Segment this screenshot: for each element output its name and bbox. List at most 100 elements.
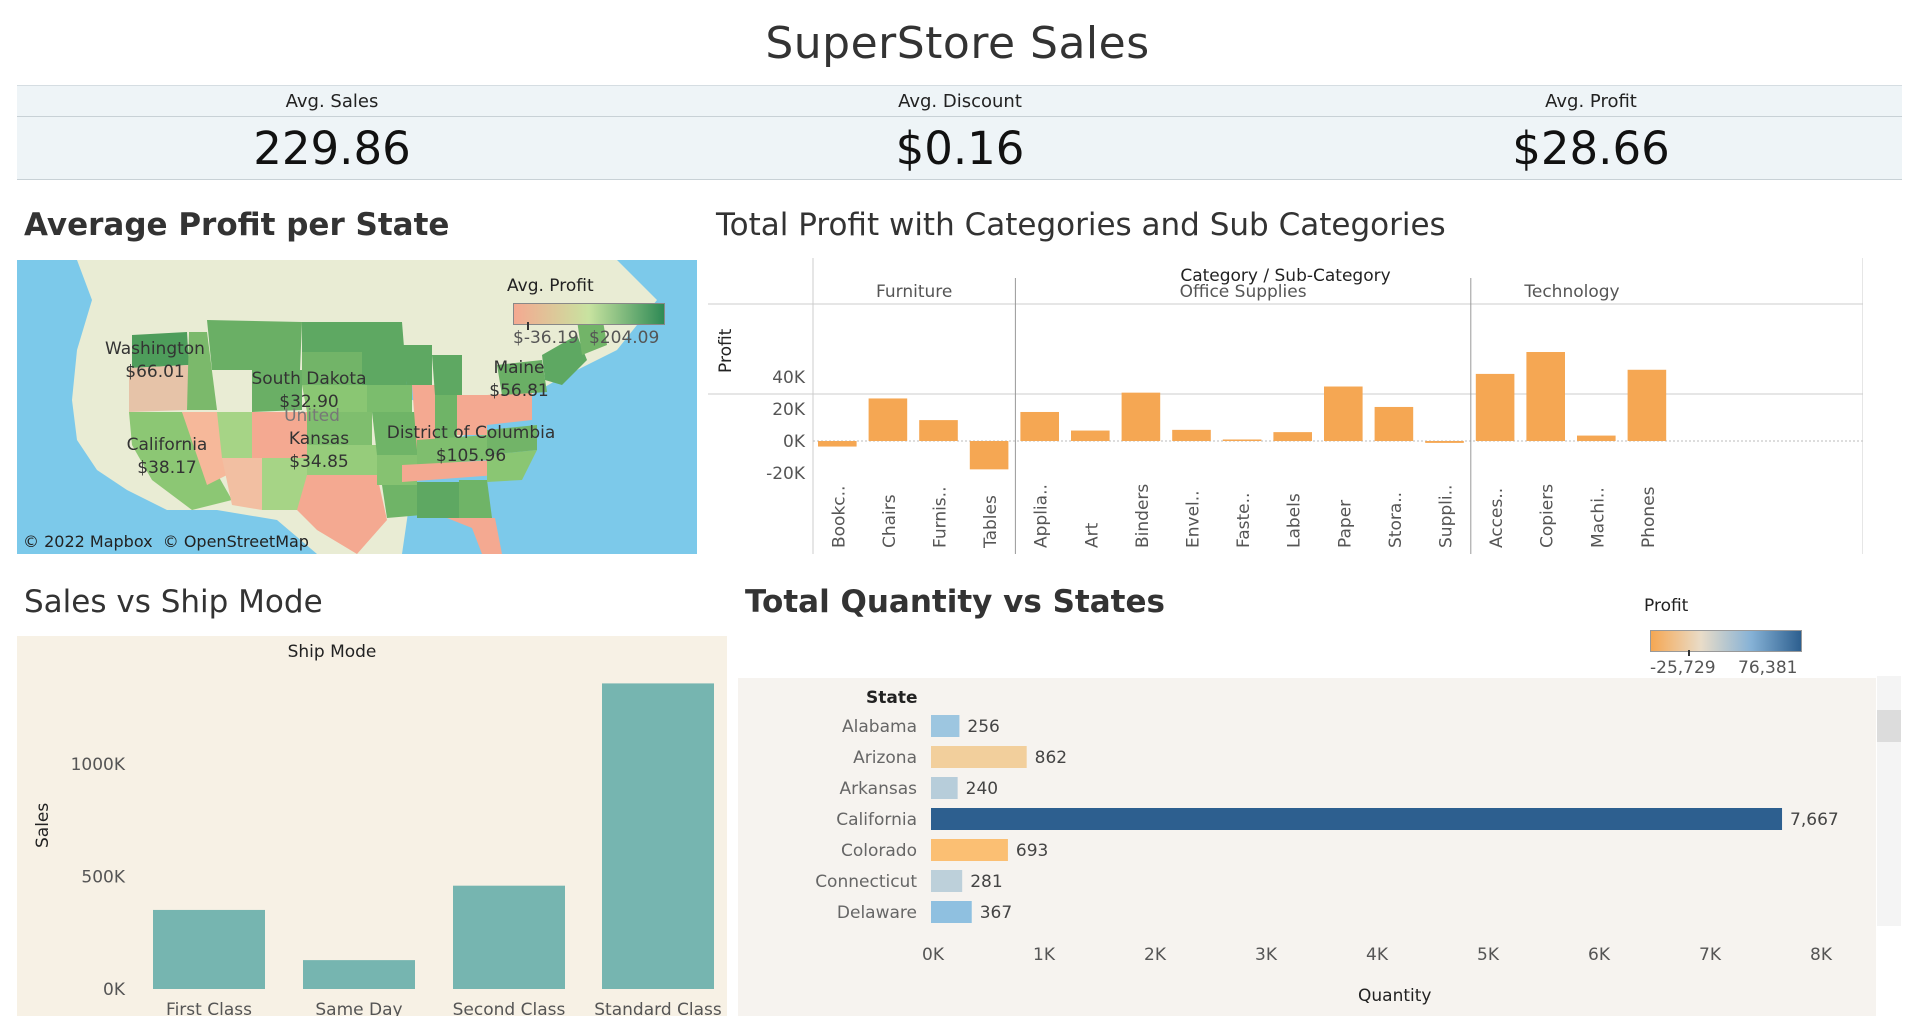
quantity-bar [931, 901, 972, 923]
qty-scroll-thumb[interactable] [1877, 710, 1901, 742]
qty-legend-title: Profit [1644, 596, 1689, 616]
x-tick-label: 1K [1033, 945, 1056, 965]
profit-bar [1071, 430, 1110, 441]
quantity-value-label: 7,667 [1790, 810, 1839, 830]
x-tick-label: 8K [1810, 945, 1833, 965]
x-tick-label: 2K [1144, 945, 1167, 965]
category-chart-canvas: 40K20K0K-20KFurnitureBookc.. Chairs Furnis… [708, 258, 1864, 554]
qty-legend-marker [1688, 650, 1690, 656]
profit-map[interactable]: Avg. Profit $-36.19 $204.09 Washington $6… [17, 260, 697, 554]
ship-mode-label: Second Class [453, 1000, 566, 1016]
subcategory-label: Copiers [1538, 484, 1558, 548]
qty-x-axis-label: Quantity [1358, 986, 1432, 1006]
quantity-bar [931, 777, 958, 799]
subcategory-label: Chairs [880, 494, 900, 548]
x-tick-label: 7K [1699, 945, 1722, 965]
profit-bar [1374, 406, 1414, 441]
ship-mode-label: Same Day [315, 1000, 402, 1016]
y-tick-label: -20K [766, 464, 806, 484]
state-label: Arkansas [840, 779, 918, 799]
profit-bar [1577, 435, 1616, 441]
profit-bar [1172, 429, 1211, 441]
ship-bar [303, 960, 415, 989]
map-label-california: California $38.17 [126, 435, 208, 478]
map-label-country: United [284, 406, 340, 426]
state-michigan [432, 355, 462, 395]
ship-mode-label: First Class [166, 1000, 252, 1016]
kpi-avg-discount[interactable]: Avg. Discount $0.16 [760, 85, 1160, 175]
kpi-value: $0.16 [895, 122, 1025, 175]
quantity-bar [931, 746, 1027, 768]
map-legend-title: Avg. Profit [507, 276, 594, 296]
profit-bar [1425, 441, 1464, 443]
state-mississippi [417, 482, 437, 518]
qty-legend-max: 76,381 [1738, 658, 1798, 678]
subcategory-label: Envel.. [1184, 490, 1204, 548]
subcategory-label: Phones [1639, 486, 1659, 548]
ship-mode-label: Standard Class [594, 1000, 722, 1016]
subcategory-label: Suppli.. [1437, 485, 1457, 548]
ship-bar [453, 885, 565, 989]
x-tick-label: 0K [922, 945, 945, 965]
kpi-value: $28.66 [1512, 122, 1670, 175]
quantity-bar [931, 715, 960, 737]
subcategory-label: Bookc.. [829, 486, 849, 548]
quantity-value-label: 367 [980, 903, 1012, 923]
profit-bar [1526, 352, 1565, 441]
y-tick-label: 40K [772, 368, 806, 388]
state-utah [217, 412, 252, 458]
state-label: Alabama [842, 717, 917, 737]
state-georgia [459, 480, 492, 518]
qty-legend-gradient [1650, 630, 1802, 652]
ship-mode-chart[interactable]: Ship Mode Sales 1000K 500K 0K First Class Sa… [17, 636, 727, 1020]
x-tick-label: 5K [1477, 945, 1500, 965]
subcategory-label: Acces.. [1487, 488, 1507, 548]
profit-bar [818, 441, 857, 447]
quantity-chart[interactable]: State Alabama 256 Arizona 862 Arkansas 240 Cal… [738, 678, 1876, 1016]
subcategory-label: Machi.. [1588, 487, 1608, 548]
ship-header: Ship Mode [287, 642, 377, 662]
profit-bar [1121, 392, 1161, 441]
subcategory-label: Binders [1133, 484, 1153, 548]
kpi-avg-profit[interactable]: Avg. Profit $28.66 [1391, 85, 1791, 175]
state-label: Connecticut [815, 872, 917, 892]
map-legend-max: $204.09 [589, 328, 660, 348]
dashboard-title: SuperStore Sales [765, 18, 1150, 69]
qty-legend-min: -25,729 [1650, 658, 1716, 678]
map-attribution[interactable]: © 2022 Mapbox © OpenStreetMap [23, 532, 309, 551]
qty-row-header: State [866, 688, 918, 708]
x-tick-label: 3K [1255, 945, 1278, 965]
x-tick-label: 4K [1366, 945, 1389, 965]
y-tick-label: 20K [772, 400, 806, 420]
quantity-value-label: 693 [1016, 841, 1048, 861]
map-legend-gradient [513, 303, 665, 325]
state-label: Delaware [837, 903, 917, 923]
quantity-value-label: 256 [967, 717, 999, 737]
y-tick-label: 0K [103, 980, 126, 1000]
quantity-value-label: 862 [1035, 748, 1067, 768]
state-label: Colorado [841, 841, 917, 861]
subcategory-label: Applia.. [1032, 484, 1052, 548]
state-wisconsin [402, 345, 432, 385]
y-tick-label: 500K [81, 868, 125, 888]
category-panel-title: Total Profit with Categories and Sub Cat… [716, 207, 1446, 243]
profit-bar [1020, 411, 1059, 441]
y-tick-label: 0K [783, 432, 806, 452]
kpi-avg-sales[interactable]: Avg. Sales 229.86 [132, 85, 532, 175]
subcategory-label: Labels [1285, 493, 1305, 548]
profit-bar [969, 441, 1009, 470]
kpi-label: Avg. Discount [898, 91, 1022, 112]
qty-chart-canvas: Alabama 256 Arizona 862 Arkansas 240 Californi… [815, 715, 1839, 965]
ship-y-axis-label: Sales [33, 802, 53, 848]
map-label-kansas: Kansas $34.85 [288, 429, 350, 472]
state-florida [447, 518, 502, 554]
category-profit-chart[interactable]: 40K 20K 0K -20K Furniture Bookc.. Chairs Furnis… [708, 258, 1864, 554]
map-label-washington: Washington $66.01 [105, 339, 205, 382]
state-label: Arizona [853, 748, 917, 768]
category-header: Category / Sub-Category [1180, 266, 1391, 286]
map-legend-min: $-36.19 [513, 328, 579, 348]
quantity-value-label: 281 [970, 872, 1002, 892]
category-y-axis-label: Profit [716, 328, 736, 373]
kpi-label: Avg. Profit [1545, 91, 1637, 112]
profit-bar [1627, 369, 1667, 441]
